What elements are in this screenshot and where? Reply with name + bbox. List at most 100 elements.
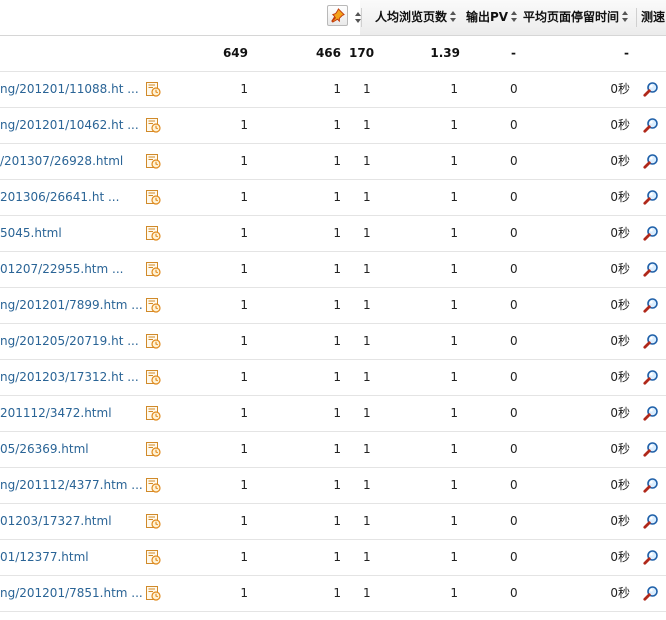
- avg-stay-time-value: 0秒: [610, 262, 630, 276]
- speed-test-icon[interactable]: [643, 405, 659, 421]
- col5-value: 0: [510, 550, 518, 564]
- speed-test-icon[interactable]: [643, 153, 659, 169]
- table-row: 01207/22955.htm ... 1 1 1 1 0 0秒: [0, 252, 666, 288]
- avg-stay-time-value: 0秒: [610, 478, 630, 492]
- history-icon[interactable]: [145, 297, 161, 313]
- history-icon[interactable]: [145, 153, 161, 169]
- history-icon[interactable]: [145, 477, 161, 493]
- output-pv-value: 1: [450, 118, 458, 132]
- history-icon[interactable]: [145, 405, 161, 421]
- header-blank: [0, 0, 360, 35]
- table-row: /201307/26928.html 1 1 1 1 0 0秒: [0, 144, 666, 180]
- col-header-output-pv[interactable]: 输出PV: [466, 0, 518, 35]
- table-header: 人均浏览页数 输出PV 平均页面停留时间 测速: [0, 0, 666, 36]
- col5-value: 0: [510, 586, 518, 600]
- page-url-link[interactable]: ng/201201/10462.ht ...: [0, 108, 139, 143]
- page-url-link[interactable]: 01/12377.html: [0, 540, 89, 575]
- speed-test-icon[interactable]: [643, 225, 659, 241]
- table-row: ng/201201/10462.ht ... 1 1 1 1 0 0秒: [0, 108, 666, 144]
- history-icon[interactable]: [145, 117, 161, 133]
- col2-value: 1: [333, 514, 341, 528]
- col2-value: 1: [333, 262, 341, 276]
- table-row: 05/26369.html 1 1 1 1 0 0秒: [0, 432, 666, 468]
- output-pv-value: 1: [450, 478, 458, 492]
- speed-test-icon[interactable]: [643, 333, 659, 349]
- table-row: 5045.html 1 1 1 1 0 0秒: [0, 216, 666, 252]
- page-url-link[interactable]: ng/201205/20719.ht ...: [0, 324, 139, 359]
- output-pv-value: 1: [450, 514, 458, 528]
- avg-stay-time-value: 0秒: [610, 334, 630, 348]
- speed-test-icon[interactable]: [643, 189, 659, 205]
- page-url-link[interactable]: 201306/26641.ht ...: [0, 180, 119, 215]
- summary-col2: 466: [315, 46, 341, 60]
- pin-column-button[interactable]: [327, 5, 348, 26]
- page-url-link[interactable]: 05/26369.html: [0, 432, 89, 467]
- col5-value: 0: [510, 406, 518, 420]
- col5-value: 0: [510, 334, 518, 348]
- col5-value: 0: [510, 118, 518, 132]
- avg-stay-time-value: 0秒: [610, 514, 630, 528]
- output-pv-value: 1: [450, 370, 458, 384]
- page-url-link[interactable]: ng/201201/7899.htm ...: [0, 288, 143, 323]
- page-url-link[interactable]: ng/201203/17312.ht ...: [0, 360, 139, 395]
- col3-value: 1: [363, 118, 371, 132]
- speed-test-icon[interactable]: [643, 513, 659, 529]
- speed-test-icon[interactable]: [643, 549, 659, 565]
- col3-value: 1: [363, 190, 371, 204]
- col2-value: 1: [333, 370, 341, 384]
- history-icon[interactable]: [145, 333, 161, 349]
- history-icon[interactable]: [145, 81, 161, 97]
- col5-value: 0: [510, 298, 518, 312]
- speed-test-icon[interactable]: [643, 477, 659, 493]
- speed-test-icon[interactable]: [643, 369, 659, 385]
- output-pv-value: 1: [450, 190, 458, 204]
- speed-test-icon[interactable]: [643, 261, 659, 277]
- summary-col3: 170: [349, 46, 375, 60]
- table-row: ng/201205/20719.ht ... 1 1 1 1 0 0秒: [0, 324, 666, 360]
- col3-value: 1: [363, 478, 371, 492]
- history-icon[interactable]: [145, 261, 161, 277]
- col2-value: 1: [333, 406, 341, 420]
- page-url-link[interactable]: ng/201112/4377.htm ...: [0, 468, 143, 503]
- speed-test-icon[interactable]: [643, 297, 659, 313]
- col3-value: 1: [363, 262, 371, 276]
- history-icon[interactable]: [145, 189, 161, 205]
- sort-arrows-icon: [622, 11, 629, 22]
- col1-value: 1: [240, 118, 248, 132]
- speed-test-icon[interactable]: [643, 117, 659, 133]
- page-url-link[interactable]: 01207/22955.htm ...: [0, 252, 123, 287]
- history-icon[interactable]: [145, 225, 161, 241]
- col3-value: 1: [363, 406, 371, 420]
- col-header-avg-pages[interactable]: 人均浏览页数: [375, 0, 457, 35]
- page-url-link[interactable]: ng/201201/7851.htm ...: [0, 576, 143, 611]
- history-icon[interactable]: [145, 549, 161, 565]
- output-pv-value: 1: [450, 442, 458, 456]
- page-url-link[interactable]: /201307/26928.html: [0, 144, 123, 179]
- table-row: ng/201203/17312.ht ... 1 1 1 1 0 0秒: [0, 360, 666, 396]
- avg-stay-time-value: 0秒: [610, 550, 630, 564]
- output-pv-value: 1: [450, 298, 458, 312]
- history-icon[interactable]: [145, 513, 161, 529]
- page-url-link[interactable]: 5045.html: [0, 216, 62, 251]
- page-url-link[interactable]: ng/201201/11088.ht ...: [0, 72, 139, 107]
- table-row: ng/201201/7899.htm ... 1 1 1 1 0 0秒: [0, 288, 666, 324]
- table-row: 01203/17327.html 1 1 1 1 0 0秒: [0, 504, 666, 540]
- history-icon[interactable]: [145, 441, 161, 457]
- speed-test-icon[interactable]: [643, 441, 659, 457]
- header-divider: [636, 8, 637, 27]
- output-pv-value: 1: [450, 82, 458, 96]
- avg-stay-time-value: 0秒: [610, 442, 630, 456]
- col-header-avg-stay-time[interactable]: 平均页面停留时间: [523, 0, 629, 35]
- speed-test-icon[interactable]: [643, 81, 659, 97]
- page-url-link[interactable]: 201112/3472.html: [0, 396, 112, 431]
- speed-test-icon[interactable]: [643, 585, 659, 601]
- page-url-link[interactable]: 01203/17327.html: [0, 504, 112, 539]
- history-icon[interactable]: [145, 585, 161, 601]
- col5-value: 0: [510, 442, 518, 456]
- history-icon[interactable]: [145, 369, 161, 385]
- col1-value: 1: [240, 442, 248, 456]
- avg-stay-time-value: 0秒: [610, 406, 630, 420]
- summary-row: 649 466 170 1.39 - -: [0, 36, 666, 72]
- col2-value: 1: [333, 226, 341, 240]
- header-divider: [361, 8, 362, 27]
